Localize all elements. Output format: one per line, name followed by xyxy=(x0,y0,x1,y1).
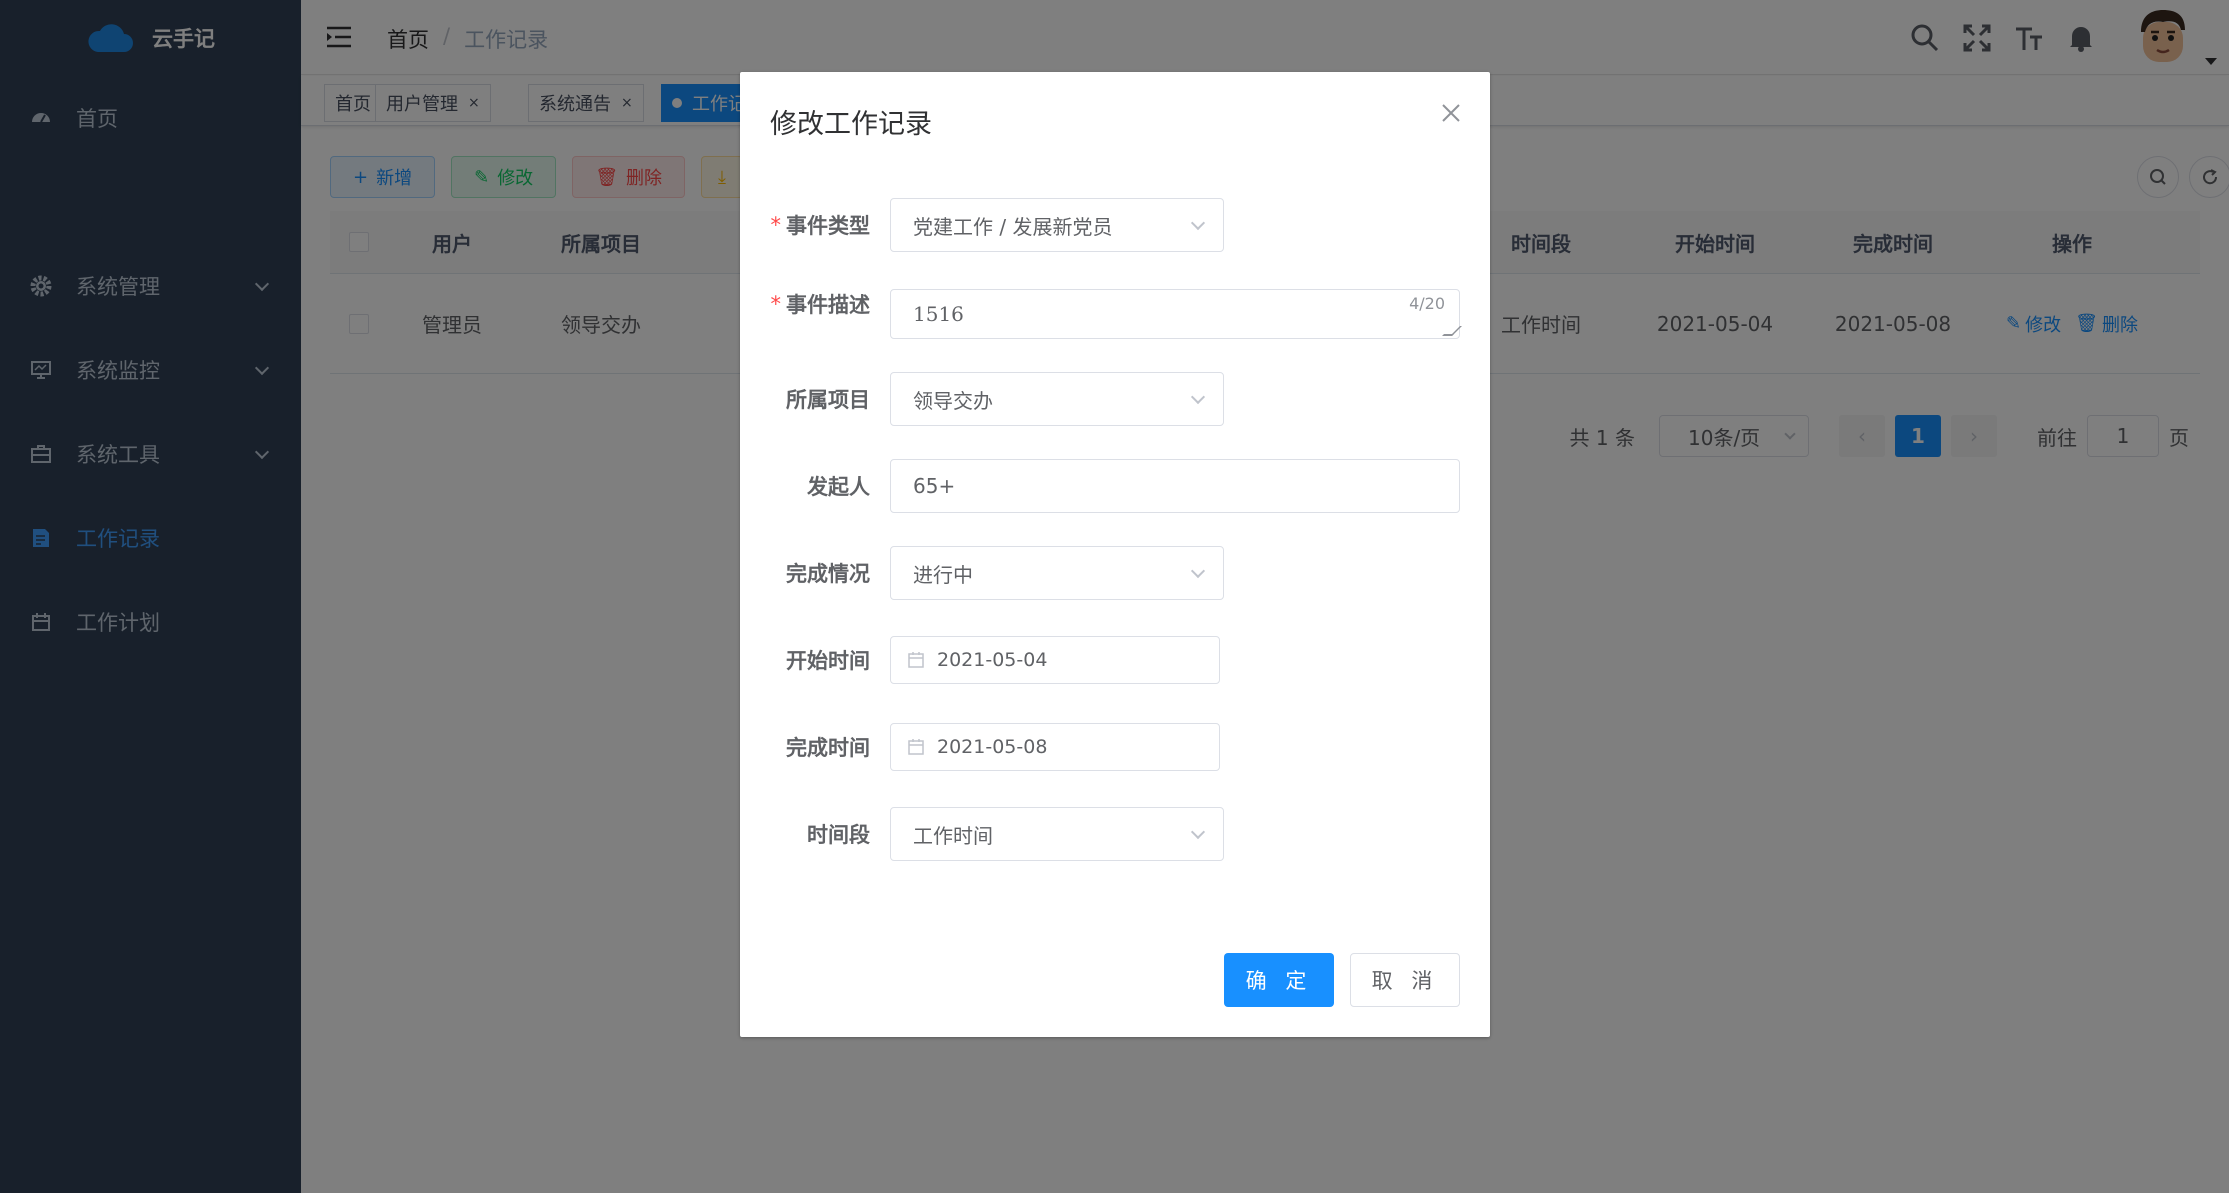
form-row-project: 所属项目 领导交办 xyxy=(740,372,1490,426)
chevron-down-icon xyxy=(1190,563,1206,579)
event-type-label: * 事件类型 xyxy=(771,198,871,252)
status-select[interactable]: 进行中 xyxy=(890,546,1224,600)
initiator-label: 发起人 xyxy=(807,475,870,499)
form-row-status: 完成情况 进行中 xyxy=(740,546,1490,600)
cancel-button[interactable]: 取 消 xyxy=(1350,953,1460,1007)
period-select[interactable]: 工作时间 xyxy=(890,807,1224,861)
form-row-period: 时间段 工作时间 xyxy=(740,807,1490,861)
end-date-picker[interactable]: 2021-05-08 xyxy=(890,723,1220,771)
event-desc-textarea[interactable]: 1516 4/20 xyxy=(890,289,1462,339)
calendar-icon xyxy=(908,739,924,755)
resize-handle-icon[interactable] xyxy=(1442,326,1462,336)
edit-record-dialog: 修改工作记录 * 事件类型 党建工作 / 发展新党员 * 事件描述 1516 4/2… xyxy=(740,72,1490,1037)
form-row-start-time: 开始时间 2021-05-04 xyxy=(740,636,1490,684)
char-counter: 4/20 xyxy=(1409,294,1445,313)
chevron-down-icon xyxy=(1190,215,1206,231)
form-row-end-time: 完成时间 2021-05-08 xyxy=(740,723,1490,771)
initiator-value: 65+ xyxy=(913,474,956,498)
start-time-value: 2021-05-04 xyxy=(937,649,1048,671)
event-desc-label-text: 事件描述 xyxy=(786,293,870,317)
event-type-value: 党建工作 / 发展新党员 xyxy=(913,214,1113,239)
form-row-event-type: * 事件类型 党建工作 / 发展新党员 xyxy=(740,198,1490,252)
required-marker: * xyxy=(770,213,782,237)
end-time-value: 2021-05-08 xyxy=(937,736,1048,758)
dialog-footer: 确 定 取 消 xyxy=(1224,953,1460,1007)
period-value: 工作时间 xyxy=(913,823,993,848)
event-desc-label: * 事件描述 xyxy=(771,289,871,319)
calendar-icon xyxy=(908,652,924,668)
project-select[interactable]: 领导交办 xyxy=(890,372,1224,426)
period-label: 时间段 xyxy=(807,823,870,847)
status-value: 进行中 xyxy=(913,562,973,587)
initiator-input[interactable]: 65+ xyxy=(890,459,1460,513)
start-date-picker[interactable]: 2021-05-04 xyxy=(890,636,1220,684)
start-time-label: 开始时间 xyxy=(786,649,870,673)
confirm-button[interactable]: 确 定 xyxy=(1224,953,1334,1007)
close-icon[interactable] xyxy=(1440,102,1462,124)
form-row-event-desc: * 事件描述 1516 4/20 xyxy=(740,289,1490,339)
chevron-down-icon xyxy=(1190,824,1206,840)
chevron-down-icon xyxy=(1190,389,1206,405)
required-marker: * xyxy=(770,292,782,316)
event-desc-value: 1516 xyxy=(913,302,964,326)
project-value: 领导交办 xyxy=(913,388,993,413)
event-type-select[interactable]: 党建工作 / 发展新党员 xyxy=(890,198,1224,252)
dialog-title: 修改工作记录 xyxy=(770,109,932,140)
event-type-label-text: 事件类型 xyxy=(786,214,870,238)
form-row-initiator: 发起人 65+ xyxy=(740,459,1490,513)
project-label: 所属项目 xyxy=(786,388,870,412)
end-time-label: 完成时间 xyxy=(786,736,870,760)
status-label: 完成情况 xyxy=(786,562,870,586)
